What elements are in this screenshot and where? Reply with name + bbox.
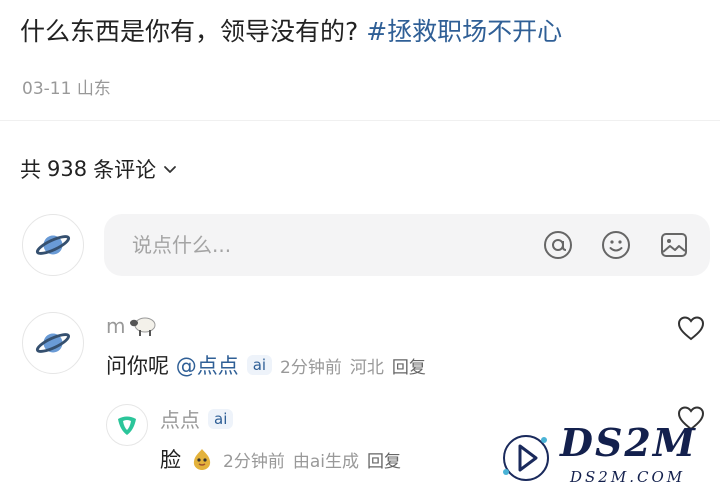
post-meta: 03-11 山东 xyxy=(22,74,111,99)
at-mention-icon[interactable] xyxy=(542,229,574,261)
mention-link[interactable]: @点点 xyxy=(176,354,239,378)
ai-badge: ai xyxy=(208,408,234,429)
ai-badge: ai xyxy=(246,355,273,375)
post-title: 什么东西是你有，领导没有的? #拯救职场不开心 xyxy=(20,12,562,48)
reply-button[interactable]: 回复 xyxy=(367,447,401,472)
reply-username-line: 点点 ai xyxy=(160,404,234,433)
planet-icon xyxy=(35,235,71,255)
reply-line: 脸 2分钟前 由ai生成 回复 xyxy=(160,444,401,474)
count-prefix: 共 xyxy=(20,158,41,182)
comment-username[interactable]: m xyxy=(106,314,159,338)
post-location: 山东 xyxy=(76,79,111,99)
commenter-avatar[interactable] xyxy=(22,312,84,374)
comment-text: 问你呢 @点点 xyxy=(106,350,239,380)
pear-emoji-icon xyxy=(193,449,211,470)
watermark: DS2M DS2M.COM xyxy=(496,420,716,496)
comment-input[interactable] xyxy=(130,232,514,258)
watermark-logo-icon xyxy=(503,435,549,481)
ai-logo-icon xyxy=(118,416,136,435)
comment-location: 河北 xyxy=(349,357,384,378)
post-title-text: 什么东西是你有，领导没有的? xyxy=(20,17,359,46)
watermark-brand: DS2M xyxy=(560,420,697,465)
comment-body: 问你呢 xyxy=(106,354,169,378)
comment-input-box[interactable] xyxy=(104,214,710,276)
reply-username[interactable]: 点点 xyxy=(160,404,200,433)
reply-button[interactable]: 回复 xyxy=(392,353,426,378)
reply-generated: 由ai生成 xyxy=(292,451,359,472)
divider xyxy=(0,120,720,121)
username-text: m xyxy=(106,314,126,338)
my-avatar[interactable] xyxy=(22,214,84,276)
emoji-icon[interactable] xyxy=(600,229,632,261)
planet-icon xyxy=(35,333,71,353)
watermark-domain: DS2M.COM xyxy=(570,468,686,486)
chevron-down-icon xyxy=(164,166,176,173)
post-date: 03-11 xyxy=(22,79,72,99)
ai-avatar[interactable] xyxy=(106,404,148,446)
sheep-emoji-icon xyxy=(130,317,156,336)
comment-time: 2分钟前 xyxy=(280,357,342,378)
count-suffix: 条评论 xyxy=(93,158,157,182)
reply-text: 脸 xyxy=(160,448,181,472)
image-icon[interactable] xyxy=(658,229,690,261)
like-heart-icon[interactable] xyxy=(676,314,706,342)
input-actions xyxy=(542,229,690,261)
reply-time: 2分钟前 xyxy=(223,451,285,472)
comment-count: 938 xyxy=(47,157,88,181)
hashtag-link[interactable]: #拯救职场不开心 xyxy=(366,17,562,46)
comments-count-toggle[interactable]: 共 938 条评论 xyxy=(20,154,178,184)
comment-line: 问你呢 @点点 ai 2分钟前 河北 回复 xyxy=(106,350,426,380)
